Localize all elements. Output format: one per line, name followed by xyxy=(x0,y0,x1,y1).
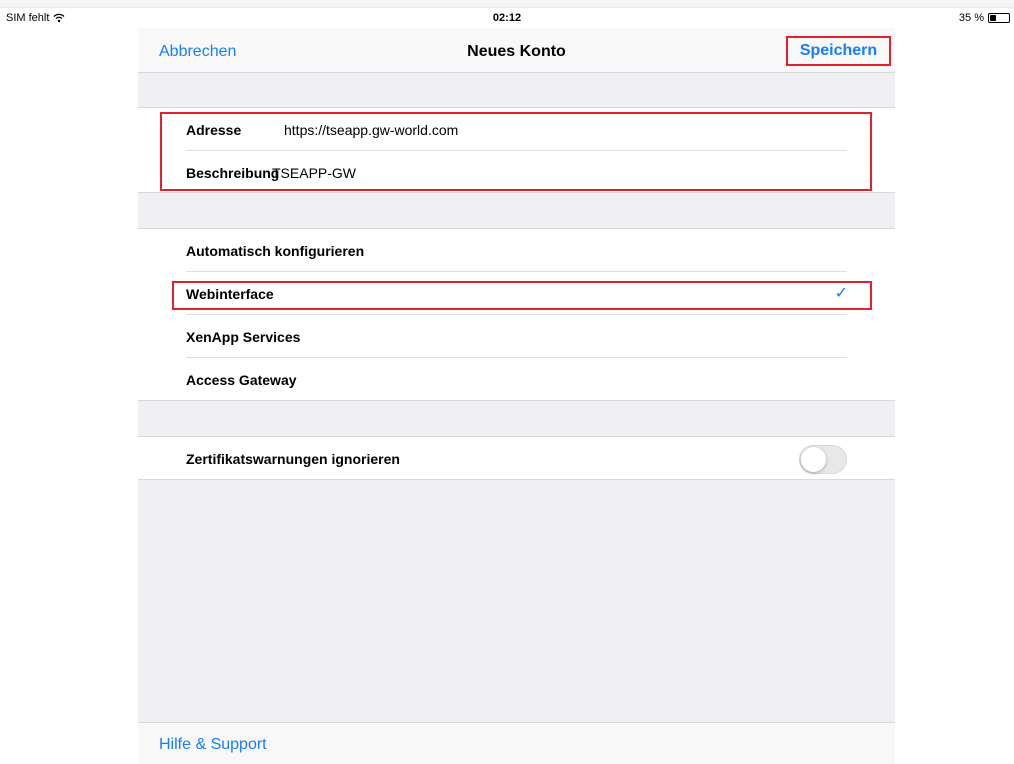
save-button[interactable]: Speichern xyxy=(786,36,891,66)
screen-top-edge xyxy=(0,0,1014,8)
toggle-knob xyxy=(801,447,826,472)
option-label: XenApp Services xyxy=(186,329,301,345)
checkmark-icon: ✓ xyxy=(834,285,848,302)
address-label: Adresse xyxy=(186,122,242,138)
certificate-warnings-toggle[interactable] xyxy=(799,445,847,474)
option-access-gateway[interactable]: Access Gateway xyxy=(138,358,895,401)
battery-fill xyxy=(990,15,996,21)
account-details-group: Adresse https://tseapp.gw-world.com Besc… xyxy=(138,107,895,193)
option-auto-configure[interactable]: Automatisch konfigurieren xyxy=(138,229,895,272)
option-webinterface[interactable]: Webinterface ✓ xyxy=(138,272,895,315)
help-support-link[interactable]: Hilfe & Support xyxy=(159,736,267,754)
new-account-modal: Abbrechen Neues Konto Speichern Adresse … xyxy=(138,28,895,764)
status-bar: SIM fehlt 02:12 35 % xyxy=(0,8,1014,28)
description-label: Beschreibung xyxy=(186,165,280,181)
battery-icon xyxy=(988,13,1010,23)
navigation-bar: Abbrechen Neues Konto Speichern xyxy=(138,28,895,73)
battery-percent: 35 % xyxy=(958,12,984,24)
option-label: Webinterface xyxy=(186,286,274,302)
status-battery-group: 35 % xyxy=(959,12,1010,24)
description-field[interactable]: TSEAPP-GW xyxy=(272,165,356,181)
page-title: Neues Konto xyxy=(467,43,566,60)
footer-bar: Hilfe & Support xyxy=(138,722,895,764)
option-label: Automatisch konfigurieren xyxy=(186,243,365,259)
certificate-group: Zertifikatswarnungen ignorieren xyxy=(138,436,895,480)
address-row[interactable]: Adresse https://tseapp.gw-world.com xyxy=(138,108,895,151)
description-row[interactable]: Beschreibung TSEAPP-GW xyxy=(138,151,895,194)
certificate-row: Zertifikatswarnungen ignorieren xyxy=(138,437,895,480)
option-label: Access Gateway xyxy=(186,372,297,388)
option-xenapp-services[interactable]: XenApp Services xyxy=(138,315,895,358)
status-time: 02:12 xyxy=(492,12,522,24)
certificate-label: Zertifikatswarnungen ignorieren xyxy=(186,451,400,467)
address-field[interactable]: https://tseapp.gw-world.com xyxy=(284,122,458,138)
configuration-options-group: Automatisch konfigurieren Webinterface ✓… xyxy=(138,228,895,401)
